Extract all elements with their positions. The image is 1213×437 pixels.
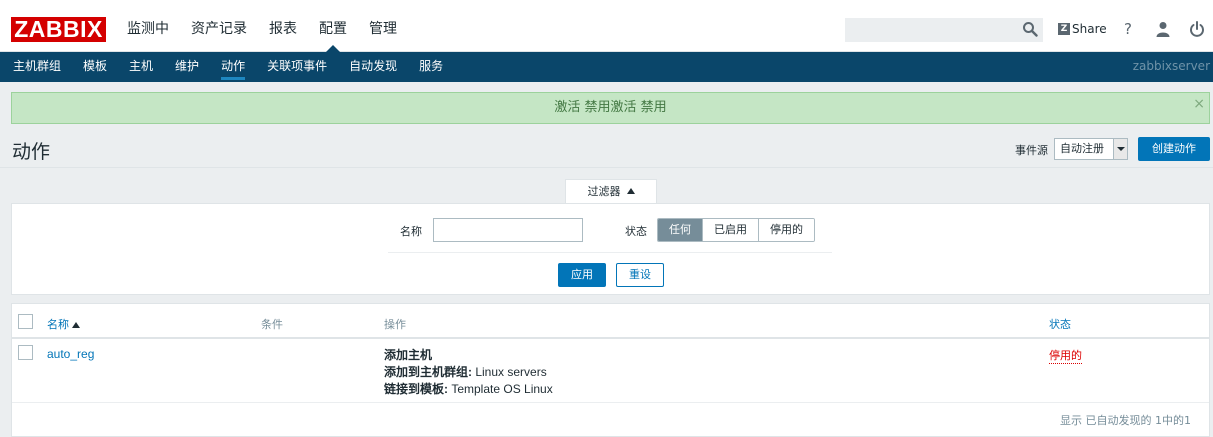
nav-monitoring[interactable]: 监测中 [116, 0, 180, 52]
divider [0, 167, 1213, 168]
row-checkbox[interactable] [18, 345, 33, 360]
user-profile-icon[interactable] [1156, 21, 1170, 37]
server-name: zabbixserver [1132, 59, 1210, 73]
main-nav: 监测中 资产记录 报表 配置 管理 [116, 0, 408, 52]
reset-button[interactable]: 重设 [616, 263, 664, 287]
success-message: 激活 禁用激活 禁用 × [11, 92, 1210, 124]
table-header [12, 304, 1209, 339]
subnav-host-groups[interactable]: 主机群组 [2, 52, 72, 82]
action-name-link[interactable]: auto_reg [47, 347, 94, 361]
subnav-templates[interactable]: 模板 [72, 52, 118, 82]
operation-label: 链接到模板: [384, 382, 448, 396]
share-button[interactable]: Z Share [1058, 21, 1107, 37]
operation-value: Linux servers [472, 365, 547, 379]
power-icon[interactable] [1189, 21, 1205, 37]
apply-button[interactable]: 应用 [558, 263, 606, 287]
operation-value: Template OS Linux [448, 382, 553, 396]
filter-tab[interactable]: 过滤器 [565, 179, 657, 204]
event-source-label: 事件源 [1015, 144, 1048, 157]
event-source-value: 自动注册 [1060, 142, 1104, 155]
share-label: Share [1072, 22, 1107, 36]
operation-line: 添加到主机群组: Linux servers [384, 363, 547, 380]
filter-panel [11, 203, 1210, 295]
operation-label: 添加到主机群组: [384, 365, 472, 379]
column-header-conditions: 条件 [261, 318, 283, 331]
share-icon: Z [1058, 23, 1070, 35]
filter-name-input[interactable] [433, 218, 583, 242]
filter-status-label: 状态 [625, 225, 647, 238]
status-segmented-control: 任何 已启用 停用的 [657, 218, 815, 242]
triangle-up-icon [626, 188, 635, 194]
status-option-any[interactable]: 任何 [658, 219, 702, 241]
select-all-checkbox[interactable] [18, 314, 33, 329]
column-header-operations: 操作 [384, 318, 406, 331]
chevron-down-icon [1113, 139, 1127, 159]
nav-administration[interactable]: 管理 [358, 0, 408, 52]
subnav-actions[interactable]: 动作 [210, 52, 256, 82]
column-header-status[interactable]: 状态 [1049, 316, 1071, 332]
subnav-hosts[interactable]: 主机 [118, 52, 164, 82]
row-divider [12, 402, 1209, 403]
search-icon[interactable] [1022, 21, 1038, 37]
close-icon[interactable]: × [1193, 93, 1205, 115]
status-option-disabled[interactable]: 停用的 [758, 219, 814, 241]
subnav-services[interactable]: 服务 [408, 52, 454, 82]
table-footer-count: 显示 已自动发现的 1中的1 [1060, 414, 1191, 427]
nav-inventory[interactable]: 资产记录 [180, 0, 258, 52]
status-option-enabled[interactable]: 已启用 [702, 219, 758, 241]
message-text: 激活 禁用激活 禁用 [554, 100, 667, 115]
operation-line: 链接到模板: Template OS Linux [384, 380, 553, 397]
create-action-button[interactable]: 创建动作 [1138, 137, 1210, 161]
column-header-name[interactable]: 名称 [47, 316, 80, 332]
filter-name-label: 名称 [400, 225, 422, 238]
sort-asc-icon [72, 322, 80, 328]
status-toggle-link[interactable]: 停用的 [1049, 347, 1082, 364]
column-name-label: 名称 [47, 318, 69, 331]
nav-configuration[interactable]: 配置 [308, 0, 358, 52]
zabbix-logo[interactable]: ZABBIX [11, 17, 106, 42]
subnav-discovery[interactable]: 自动发现 [338, 52, 408, 82]
subnav-event-correlation[interactable]: 关联项事件 [256, 52, 338, 82]
operation-label: 添加主机 [384, 348, 433, 362]
event-source-select[interactable]: 自动注册 [1054, 138, 1128, 160]
global-search-input[interactable] [845, 18, 1043, 42]
sub-nav: 主机群组 模板 主机 维护 动作 关联项事件 自动发现 服务 zabbixser… [0, 52, 1213, 82]
help-button[interactable]: ? [1124, 20, 1132, 38]
filter-tab-label: 过滤器 [587, 185, 621, 198]
filter-divider [388, 252, 832, 253]
operation-line: 添加主机 [384, 346, 432, 363]
nav-reports[interactable]: 报表 [258, 0, 308, 52]
subnav-maintenance[interactable]: 维护 [164, 52, 210, 82]
page-title: 动作 [12, 141, 51, 163]
